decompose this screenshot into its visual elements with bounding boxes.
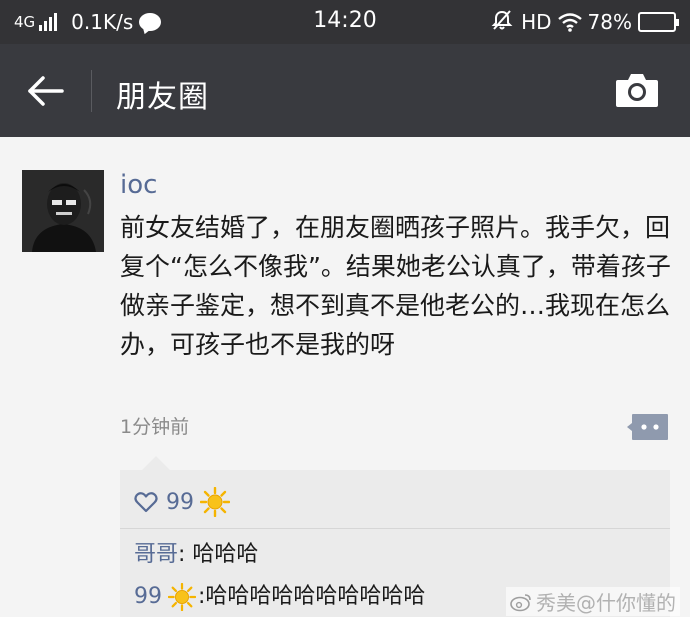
heart-icon bbox=[134, 492, 158, 513]
sun-emoji-icon bbox=[200, 487, 230, 517]
likes-divider bbox=[120, 528, 670, 529]
post-timestamp: 1分钟前 bbox=[120, 416, 190, 438]
post-username[interactable]: ioc bbox=[120, 170, 157, 200]
nav-bar: 朋友圈 bbox=[0, 44, 690, 137]
status-right: HD 78% bbox=[491, 8, 679, 36]
nav-divider bbox=[91, 70, 92, 112]
comment-separator: : bbox=[178, 542, 193, 567]
watermark-text: 秀美@什你懂的 bbox=[536, 591, 676, 615]
comment-text: 哈哈哈 bbox=[192, 542, 259, 567]
mute-bell-icon bbox=[491, 9, 513, 36]
avatar[interactable] bbox=[22, 170, 104, 252]
comment-author[interactable]: 99 bbox=[134, 582, 162, 612]
battery-icon bbox=[638, 12, 679, 32]
back-arrow-icon[interactable] bbox=[26, 74, 66, 108]
comment-item[interactable]: 99 : 哈哈哈哈哈哈哈哈哈哈 bbox=[134, 582, 425, 612]
weibo-logo-icon bbox=[510, 593, 531, 611]
likes-count[interactable]: 99 bbox=[166, 490, 194, 515]
camera-icon[interactable] bbox=[614, 70, 660, 110]
comment-item[interactable]: 哥哥: 哈哈哈 bbox=[134, 540, 258, 570]
comment-author[interactable]: 哥哥 bbox=[134, 542, 178, 567]
page-title: 朋友圈 bbox=[116, 80, 209, 115]
hd-indicator: HD bbox=[521, 10, 552, 34]
weibo-watermark: 秀美@什你懂的 bbox=[506, 587, 680, 616]
avatar-portrait-icon bbox=[22, 170, 104, 252]
comment-menu-icon[interactable] bbox=[627, 412, 669, 442]
wifi-icon bbox=[557, 13, 582, 32]
post-content: 前女友结婚了，在朋友圈晒孩子照片。我手欠，回复个“怎么不像我”。结果她老公认真了… bbox=[120, 213, 671, 359]
likes-row: 99 bbox=[134, 486, 230, 518]
comment-separator: : bbox=[198, 584, 206, 609]
status-bar: 4G 0.1K/s 14:20 HD 78% bbox=[0, 0, 690, 44]
sun-emoji-icon bbox=[168, 583, 196, 611]
battery-percent: 78% bbox=[587, 10, 632, 34]
comment-text: 哈哈哈哈哈哈哈哈哈哈 bbox=[205, 584, 426, 609]
